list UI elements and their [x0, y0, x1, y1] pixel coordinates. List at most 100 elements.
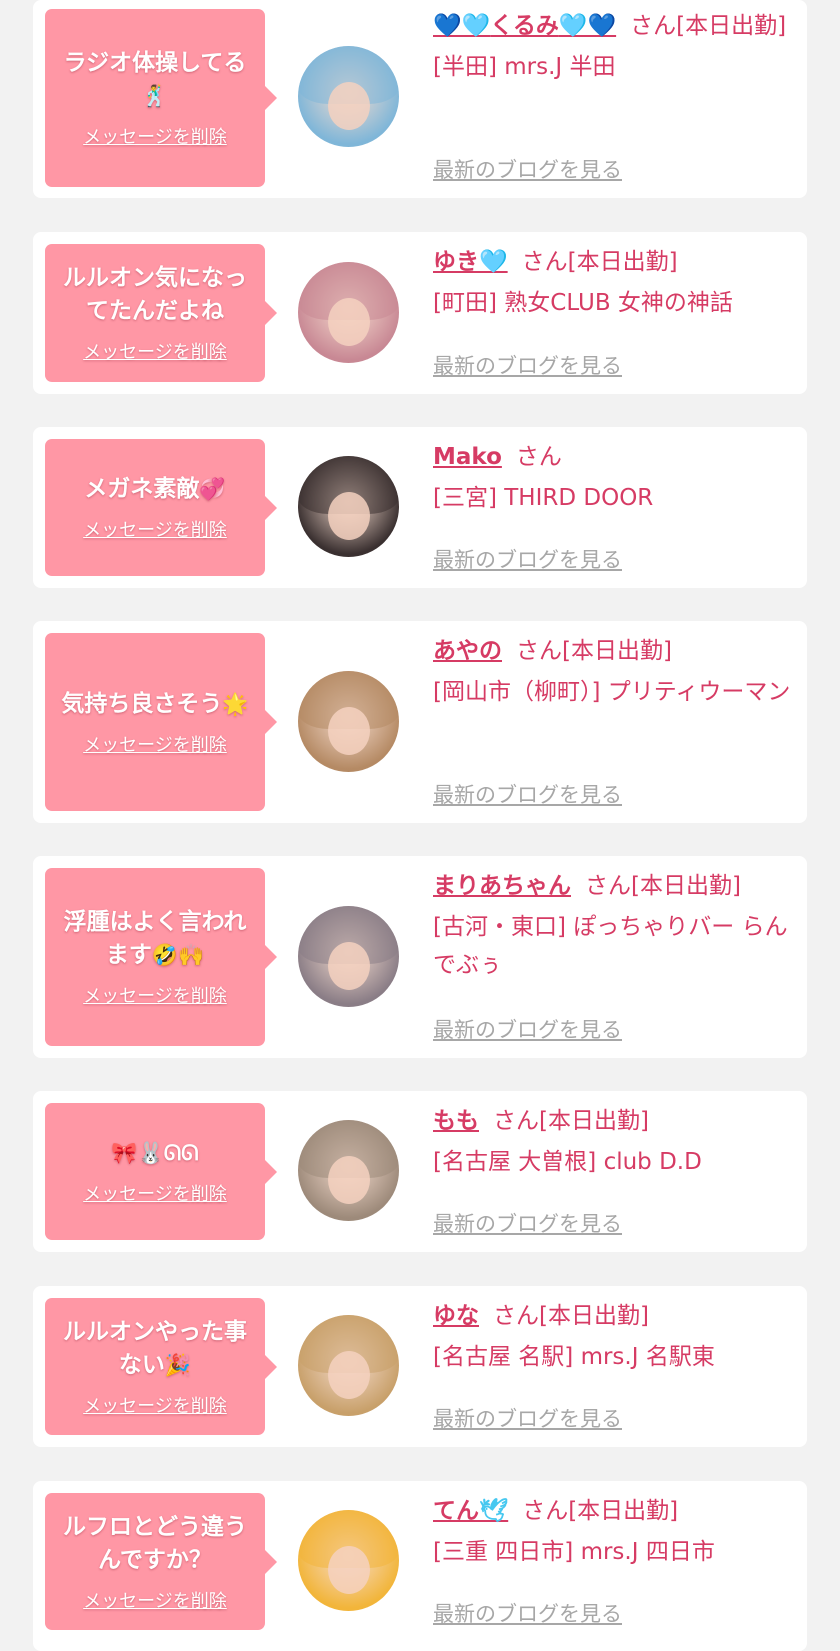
view-latest-blog-link[interactable]: 最新のブログを見る [433, 1014, 622, 1044]
girl-name-link[interactable]: ゆき🩵 [433, 249, 508, 275]
girl-name-link[interactable]: まりあちゃん [433, 873, 571, 899]
avatar-face-shape [328, 1351, 370, 1399]
attendance-status: さん[本日出勤] [585, 873, 741, 899]
avatar-face-shape [328, 1156, 370, 1204]
message-text-content: メガネ素敵 [84, 476, 200, 502]
girl-name-link[interactable]: あやの [433, 638, 502, 664]
avatar-face-shape [328, 82, 370, 130]
avatar[interactable] [298, 1120, 399, 1221]
name-line: もも さん[本日出勤] [433, 1105, 793, 1137]
view-latest-blog-link[interactable]: 最新のブログを見る [433, 1208, 622, 1238]
name-line: ゆき🩵 さん[本日出勤] [433, 246, 793, 278]
attendance-status: さん[本日出勤] [630, 13, 787, 39]
view-latest-blog-link[interactable]: 最新のブログを見る [433, 350, 622, 380]
message-card: メガネ素敵💞 メッセージを削除 Mako さん [三宮] THIRD DOOR 最新のブロ… [33, 427, 807, 588]
delete-message-link[interactable]: メッセージを削除 [83, 731, 227, 757]
message-card: 🎀🐰ᘏᘏ メッセージを削除 もも さん[本日出勤] [名古屋 大曽根] club D.D… [33, 1091, 807, 1252]
name-line: てん🕊 さん[本日出勤] [433, 1495, 793, 1527]
message-emoji-icon: 💞 [199, 477, 226, 501]
shop-name: [岡山市（柳町）] プリティウーマン [433, 679, 791, 705]
delete-message-link[interactable]: メッセージを削除 [83, 338, 227, 364]
avatar[interactable] [298, 906, 399, 1007]
message-text: ルフロとどう違うんですか？ [55, 1511, 255, 1577]
message-emoji-icon: 🌟 [222, 691, 249, 716]
shop-name: [半田] mrs.J 半田 [433, 54, 616, 80]
girl-name-link[interactable]: 💙🩵くるみ🩵💙 [433, 13, 616, 39]
message-bubble: ルルオンやった事ない🎉 メッセージを削除 [45, 1298, 277, 1435]
delete-message-link[interactable]: メッセージを削除 [83, 516, 227, 542]
girl-name: ゆな [433, 1303, 479, 1329]
avatar-face-shape [328, 298, 370, 346]
attendance-status: さん[本日出勤] [493, 1108, 649, 1134]
girl-name: あやの [433, 638, 502, 664]
girl-name: くるみ [490, 13, 559, 39]
avatar[interactable] [298, 671, 399, 772]
shop-name: [名古屋 大曽根] club D.D [433, 1149, 702, 1175]
message-emoji-icon: 🎀🐰ᘏᘏ [111, 1141, 199, 1165]
message-card: ルルオン気になってたんだよねメッセージを削除 ゆき🩵 さん[本日出勤] [町田] 熟女… [33, 232, 807, 394]
message-card: ルルオンやった事ない🎉 メッセージを削除 ゆな さん[本日出勤] [名古屋 名駅] mr… [33, 1286, 807, 1447]
attendance-status: さん [515, 444, 562, 470]
message-emoji-icon: 🎉 [164, 1352, 192, 1377]
view-latest-blog-link[interactable]: 最新のブログを見る [433, 1598, 622, 1628]
message-text: メガネ素敵💞 [84, 473, 225, 506]
delete-message-link[interactable]: メッセージを削除 [83, 982, 227, 1008]
avatar-face-shape [328, 492, 370, 540]
girl-name: てん [433, 1498, 479, 1524]
message-bubble: ルルオン気になってたんだよねメッセージを削除 [45, 244, 277, 382]
avatar[interactable] [298, 456, 399, 557]
delete-message-link[interactable]: メッセージを削除 [83, 1180, 227, 1206]
delete-message-link[interactable]: メッセージを削除 [83, 1587, 227, 1613]
girl-name-link[interactable]: Mako [433, 444, 502, 470]
girl-name-link[interactable]: てん🕊 [433, 1498, 508, 1524]
message-text-content: ルルオンやった事ない [63, 1318, 247, 1378]
message-text-content: ルフロとどう違うんですか？ [63, 1513, 247, 1573]
girl-name-link[interactable]: ゆな [433, 1303, 479, 1329]
message-card: 浮腫はよく言われます🤣🙌 メッセージを削除 まりあちゃん さん[本日出勤] [古河・東口… [33, 856, 807, 1058]
girl-info: てん🕊 さん[本日出勤] [三重 四日市] mrs.J 四日市 [433, 1495, 793, 1571]
avatar[interactable] [298, 262, 399, 363]
shop-name: [町田] 熟女CLUB 女神の神話 [433, 290, 733, 316]
girl-info: ゆき🩵 さん[本日出勤] [町田] 熟女CLUB 女神の神話 [433, 246, 793, 322]
heart-icon: 🕊 [479, 1498, 509, 1524]
girl-info: まりあちゃん さん[本日出勤] [古河・東口] ぽっちゃりバー らんでぶぅ [433, 870, 793, 984]
message-text: ラジオ体操してる 🕺 [55, 47, 255, 113]
avatar-face-shape [328, 707, 370, 755]
avatar[interactable] [298, 46, 399, 147]
girl-info: 💙🩵くるみ🩵💙 さん[本日出勤] [半田] mrs.J 半田 [433, 10, 793, 86]
name-line: まりあちゃん さん[本日出勤] [433, 870, 793, 902]
avatar[interactable] [298, 1315, 399, 1416]
girl-info: あやの さん[本日出勤] [岡山市（柳町）] プリティウーマン [433, 635, 793, 711]
shop-name: [名古屋 名駅] mrs.J 名駅東 [433, 1344, 715, 1370]
shop-name: [古河・東口] ぽっちゃりバー らんでぶぅ [433, 914, 788, 978]
view-latest-blog-link[interactable]: 最新のブログを見る [433, 154, 622, 184]
message-bubble: 浮腫はよく言われます🤣🙌 メッセージを削除 [45, 868, 277, 1046]
girl-info: もも さん[本日出勤] [名古屋 大曽根] club D.D [433, 1105, 793, 1181]
message-text: ルルオン気になってたんだよね [55, 262, 255, 328]
message-emoji-icon: 🕺 [141, 84, 169, 108]
message-text-content: ルルオン気になってたんだよね [63, 265, 247, 324]
message-text: 🎀🐰ᘏᘏ [111, 1137, 198, 1170]
attendance-status: さん[本日出勤] [493, 1303, 649, 1329]
avatar[interactable] [298, 1510, 399, 1611]
avatar-face-shape [328, 942, 370, 990]
girl-name: もも [433, 1108, 479, 1134]
delete-message-link[interactable]: メッセージを削除 [83, 123, 227, 149]
message-card: 気持ち良さそう🌟 メッセージを削除 あやの さん[本日出勤] [岡山市（柳町）] プリテ… [33, 621, 807, 823]
view-latest-blog-link[interactable]: 最新のブログを見る [433, 544, 622, 574]
message-bubble: 気持ち良さそう🌟 メッセージを削除 [45, 633, 277, 811]
shop-name: [三宮] THIRD DOOR [433, 485, 654, 511]
view-latest-blog-link[interactable]: 最新のブログを見る [433, 1403, 622, 1433]
delete-message-link[interactable]: メッセージを削除 [83, 1392, 227, 1418]
girl-name-link[interactable]: もも [433, 1108, 479, 1134]
shop-name: [三重 四日市] mrs.J 四日市 [433, 1539, 715, 1565]
message-text-content: ラジオ体操してる [63, 50, 247, 76]
message-text: 浮腫はよく言われます🤣🙌 [55, 906, 255, 972]
attendance-status: さん[本日出勤] [522, 1498, 679, 1524]
view-latest-blog-link[interactable]: 最新のブログを見る [433, 779, 622, 809]
heart-icon: 💙🩵 [433, 13, 491, 39]
message-text: ルルオンやった事ない🎉 [55, 1316, 255, 1382]
message-bubble: メガネ素敵💞 メッセージを削除 [45, 439, 277, 576]
message-text: 気持ち良さそう🌟 [61, 688, 248, 721]
name-line: 💙🩵くるみ🩵💙 さん[本日出勤] [433, 10, 793, 42]
